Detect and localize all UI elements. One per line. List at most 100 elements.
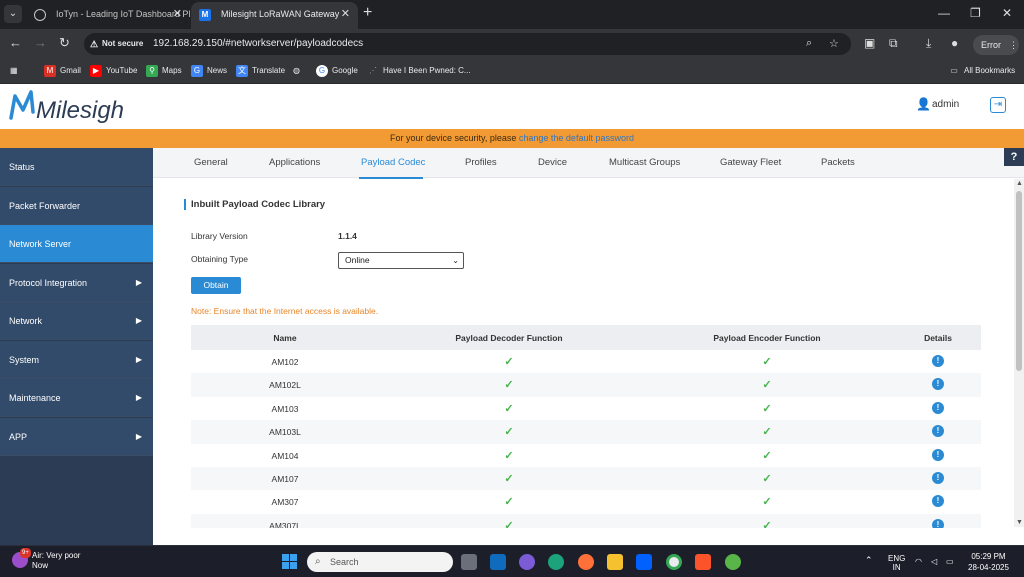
bookmark-star-icon[interactable]: ☆ (829, 37, 839, 50)
url-text[interactable]: 192.168.29.150/#networkserver/payloadcod… (153, 37, 363, 51)
tab-applications[interactable]: Applications (269, 157, 320, 168)
tab-profiles[interactable]: Profiles (465, 157, 497, 168)
scrollbar-thumb[interactable] (1016, 191, 1022, 371)
chrome-icon[interactable] (666, 554, 682, 570)
new-tab-icon[interactable]: + (363, 4, 372, 22)
tab-search-icon[interactable]: ⌄ (4, 5, 22, 23)
obtaining-type-select[interactable]: Online ⌄ (338, 252, 464, 269)
sidebar-item-maintenance[interactable]: Maintenance ▶ (0, 379, 153, 417)
tab-gateway-fleet[interactable]: Gateway Fleet (720, 157, 781, 168)
logout-icon[interactable]: ⇥ (990, 97, 1006, 113)
language-indicator[interactable]: ENG IN (888, 554, 905, 572)
details-info-icon[interactable]: ! (932, 448, 944, 461)
details-info-icon[interactable]: ! (932, 472, 944, 484)
download-icon[interactable]: ⤓ (926, 36, 931, 51)
extension-icon[interactable]: ▣ (864, 36, 875, 50)
copilot-icon[interactable] (519, 554, 535, 570)
change-password-link[interactable]: change the default password (519, 133, 634, 143)
outlook-icon[interactable] (490, 554, 506, 570)
apps-grid-icon[interactable]: ▦ (10, 65, 18, 77)
app-header: Milesight 👤 admin ⇥ (0, 84, 1024, 129)
zoom-icon[interactable]: ⌕ (806, 37, 812, 50)
table-row: AM307L ✓ ✓! (191, 513, 981, 528)
bookmark-hibp[interactable]: ⋰ Have I Been Pwned: C... (367, 65, 471, 77)
globe-bookmark-icon[interactable]: ◍ (293, 65, 300, 77)
sidebar-item-status[interactable]: Status (0, 148, 153, 186)
tab-multicast-groups[interactable]: Multicast Groups (609, 157, 680, 168)
error-button[interactable]: Error ⋮ (973, 35, 1019, 55)
bookmark-gmail[interactable]: M Gmail (44, 65, 81, 77)
weather-widget[interactable]: 9+ Air: Very poor Now (12, 548, 80, 571)
reload-icon[interactable]: ↻ (59, 35, 70, 51)
sidebar-item-label: Network Server (9, 239, 72, 249)
details-info-icon[interactable]: ! (932, 425, 944, 438)
sidebar-item-protocol-integration[interactable]: Protocol Integration ▶ (0, 263, 153, 302)
obtain-button[interactable]: Obtain (191, 277, 241, 294)
close-tab-icon[interactable]: ✕ (341, 2, 350, 27)
sidebar-item-network-server[interactable]: Network Server (0, 225, 153, 263)
sidebar-item-app[interactable]: APP ▶ (0, 417, 153, 456)
table-row: AM104 ✓ ✓! (191, 444, 981, 467)
details-info-icon[interactable]: ! (932, 378, 944, 391)
clock[interactable]: 05:29 PM 28-04-2025 (968, 551, 1009, 573)
tray-overflow-icon[interactable]: ⌃ (865, 556, 873, 565)
wifi-icon[interactable]: ◠ (915, 557, 922, 566)
encoder-check-icon: ✓ (762, 379, 772, 392)
youtube-icon: ▶ (90, 65, 102, 77)
close-window-icon[interactable]: ✕ (1002, 6, 1012, 20)
restore-icon[interactable]: ❐ (970, 6, 981, 20)
details-info-icon[interactable]: ! (932, 518, 944, 528)
sidebar-item-network[interactable]: Network ▶ (0, 302, 153, 340)
help-icon[interactable]: ? (1004, 148, 1024, 166)
file-explorer-icon[interactable] (607, 554, 623, 570)
scrollbar[interactable]: ▲ ▼ (1014, 179, 1024, 527)
sidebar-item-label: Protocol Integration (9, 277, 88, 288)
bookmark-translate[interactable]: 文 Translate (236, 65, 285, 77)
sidebar-item-system[interactable]: System ▶ (0, 340, 153, 379)
sidebar-item-packet-forwarder[interactable]: Packet Forwarder (0, 186, 153, 225)
tab-general[interactable]: General (194, 157, 228, 168)
battery-icon[interactable]: ▭ (946, 557, 954, 566)
user-menu[interactable]: 👤 admin (916, 97, 959, 111)
minimize-icon[interactable]: — (938, 6, 950, 20)
dropbox-icon[interactable] (636, 554, 652, 570)
scroll-down-icon[interactable]: ▼ (1016, 519, 1023, 526)
tab-device[interactable]: Device (538, 157, 567, 168)
not-secure-badge[interactable]: Not secure (90, 37, 143, 51)
security-notice: For your device security, please change … (0, 129, 1024, 148)
brave-icon[interactable] (695, 554, 711, 570)
close-tab-icon[interactable]: ✕ (173, 2, 182, 27)
firefox-icon[interactable] (578, 554, 594, 570)
tab-payload-codec[interactable]: Payload Codec (361, 157, 425, 168)
windows-start-icon[interactable] (282, 554, 298, 570)
details-info-icon[interactable]: ! (932, 401, 944, 414)
taskbar-search[interactable]: ⌕ Search (307, 552, 453, 572)
bookmark-maps[interactable]: ⚲ Maps (146, 65, 182, 77)
details-info-icon[interactable]: ! (932, 355, 944, 367)
tab-milesight[interactable]: M Milesight LoRaWAN Gateway ✕ (191, 2, 358, 29)
bookmark-label: Google (332, 66, 358, 75)
bookmark-google[interactable]: G Google (316, 65, 358, 77)
bookmark-youtube[interactable]: ▶ YouTube (90, 65, 137, 77)
active-tab-indicator (359, 177, 423, 179)
obtaining-type-label: Obtaining Type (191, 254, 249, 264)
bookmark-news[interactable]: G News (191, 65, 227, 77)
profile-avatar-icon[interactable]: ● (951, 36, 958, 50)
task-view-icon[interactable] (461, 554, 477, 570)
back-icon[interactable]: ← (9, 35, 22, 50)
internet-note: Note: Ensure that the Internet access is… (191, 306, 379, 316)
tab-packets[interactable]: Packets (821, 157, 855, 168)
all-bookmarks[interactable]: ▭ All Bookmarks (948, 65, 1015, 77)
volume-icon[interactable]: ◁ (931, 557, 937, 566)
utorrent-icon[interactable] (725, 554, 741, 570)
puzzle-icon[interactable]: ⧉ (889, 36, 898, 51)
search-placeholder: Search (330, 557, 359, 567)
table-row: AM102 ✓ ✓! (191, 350, 981, 373)
edge-icon[interactable] (548, 554, 564, 570)
decoder-check-icon: ✓ (504, 356, 514, 368)
scroll-up-icon[interactable]: ▲ (1016, 180, 1023, 187)
details-info-icon[interactable]: ! (932, 495, 944, 508)
tab-iotyn[interactable]: IoTyn - Leading IoT Dashboard Pla ✕ (26, 2, 190, 29)
forward-icon[interactable]: → (34, 35, 47, 50)
omnibox[interactable]: Not secure 192.168.29.150/#networkserver… (84, 33, 851, 55)
